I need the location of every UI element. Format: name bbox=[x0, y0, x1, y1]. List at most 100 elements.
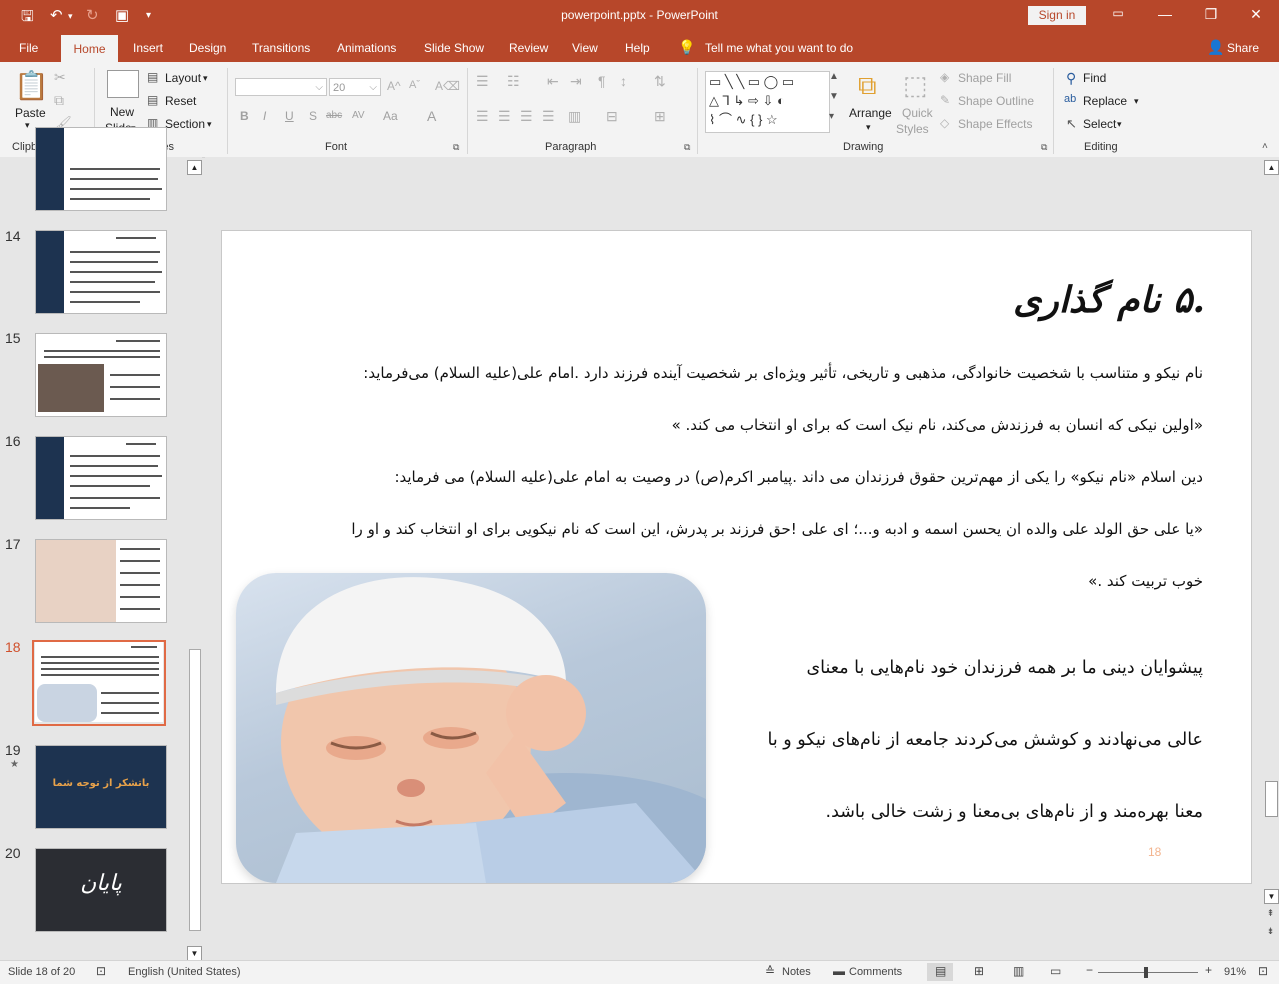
select-button[interactable]: Select bbox=[1083, 117, 1116, 131]
normal-view-icon[interactable]: ▤ bbox=[935, 964, 946, 978]
cut-icon[interactable]: ✂ bbox=[54, 69, 66, 86]
layout-dropdown-icon[interactable]: ▾ bbox=[203, 73, 208, 84]
slide-paragraph[interactable]: نام نیکو و متناسب با شخصیت خانوادگی، مذه… bbox=[363, 364, 1203, 382]
zoom-out-icon[interactable]: − bbox=[1086, 963, 1093, 977]
reset-button[interactable]: Reset bbox=[165, 94, 196, 108]
columns-icon[interactable]: ▥ bbox=[568, 108, 581, 125]
share-person-icon[interactable]: 👤 bbox=[1207, 39, 1224, 56]
close-icon[interactable]: ✕ bbox=[1241, 6, 1271, 23]
slide-thumbnail[interactable] bbox=[35, 436, 167, 520]
section-button[interactable]: Section bbox=[165, 117, 205, 131]
quick-styles-icon[interactable]: ⬚ bbox=[903, 70, 928, 101]
slide-paragraph[interactable]: «اولین نیکی که انسان به فرزندش می‌کند، ن… bbox=[672, 416, 1203, 434]
slide-paragraph[interactable]: خوب تربیت کند .» bbox=[1088, 572, 1203, 590]
change-case-button[interactable]: Aa bbox=[383, 109, 398, 123]
slide-thumbnail[interactable] bbox=[35, 539, 167, 623]
slideshow-view-icon[interactable]: ▭ bbox=[1050, 964, 1061, 978]
scroll-thumb[interactable] bbox=[1265, 781, 1278, 817]
arrange-button[interactable]: Arrange bbox=[849, 106, 892, 120]
copy-icon[interactable]: ⧉ bbox=[54, 92, 64, 109]
scroll-up-arrow-icon[interactable]: ▲ bbox=[1264, 160, 1279, 175]
decrease-indent-icon[interactable]: ⇤ bbox=[547, 73, 559, 90]
text-direction-icon[interactable]: ⇅ bbox=[654, 73, 666, 90]
tell-me-search[interactable]: Tell me what you want to do bbox=[705, 41, 853, 55]
notes-button[interactable]: Notes bbox=[782, 966, 811, 978]
slide-paragraph[interactable]: پیشوایان دینی ما بر همه فرزندان خود نام‌… bbox=[806, 658, 1203, 678]
arrange-dropdown-icon[interactable]: ▾ bbox=[866, 122, 871, 133]
slide-thumbnails-pane[interactable]: 14 15 16 17 18 19 ★ باتشکر از توجه شما 2… bbox=[0, 127, 202, 960]
next-slide-icon[interactable]: ⇟ bbox=[1264, 925, 1277, 938]
shape-outline-button[interactable]: Shape Outline bbox=[958, 94, 1034, 108]
align-center-icon[interactable]: ☰ bbox=[498, 108, 511, 125]
language-indicator[interactable]: English (United States) bbox=[128, 966, 241, 978]
clear-formatting-icon[interactable]: A⌫ bbox=[435, 79, 460, 93]
slide-thumbnail[interactable] bbox=[35, 230, 167, 314]
decrease-font-size-icon[interactable]: Aˇ bbox=[409, 79, 420, 91]
slide-thumbnail[interactable]: پایان bbox=[35, 848, 167, 932]
slide-thumbnail[interactable] bbox=[35, 333, 167, 417]
sign-in-button[interactable]: Sign in bbox=[1028, 6, 1086, 25]
shapes-gallery[interactable]: ▭ ╲ ╲ ▭ ◯ ▭ △ ⅂ ↳ ⇨ ⇩ ◐ ⌇ ⌒ ∿ { } ☆ bbox=[705, 71, 830, 133]
tab-review[interactable]: Review bbox=[509, 41, 548, 55]
paste-icon[interactable]: 📋 bbox=[14, 69, 49, 102]
find-button[interactable]: Find bbox=[1083, 71, 1106, 85]
font-color-button[interactable]: A bbox=[427, 108, 436, 124]
replace-dropdown-icon[interactable]: ▾ bbox=[1134, 96, 1139, 107]
replace-button[interactable]: Replace bbox=[1083, 94, 1127, 108]
fit-to-window-icon[interactable]: ⊡ bbox=[1258, 964, 1268, 978]
font-launcher-icon[interactable]: ⧉ bbox=[453, 142, 459, 153]
ribbon-display-options-icon[interactable]: ▭ bbox=[1103, 6, 1133, 20]
slide-paragraph[interactable]: «یا علی حق الولد علی والده ان یحسن اسمه … bbox=[351, 520, 1203, 538]
tab-animations[interactable]: Animations bbox=[337, 41, 396, 55]
layout-button[interactable]: Layout bbox=[165, 71, 201, 85]
slide-canvas[interactable]: .۵ نام گذاری نام نیکو و متناسب با شخصیت … bbox=[221, 230, 1252, 884]
font-name-combo[interactable]: ⌵ bbox=[235, 78, 327, 96]
drawing-launcher-icon[interactable]: ⧉ bbox=[1041, 142, 1047, 153]
strikethrough-button[interactable]: abc bbox=[326, 110, 342, 121]
increase-indent-icon[interactable]: ⇥ bbox=[570, 73, 582, 90]
font-size-combo[interactable]: 20 ⌵ bbox=[329, 78, 381, 96]
paragraph-launcher-icon[interactable]: ⧉ bbox=[684, 142, 690, 153]
collapse-ribbon-icon[interactable]: ˄ bbox=[1262, 141, 1268, 152]
slide-paragraph[interactable]: معنا بهره‌مند و از نام‌های بی‌معنا و زشت… bbox=[826, 802, 1203, 822]
slide-paragraph[interactable]: دین اسلام «نام نیکو» را یکی از مهم‌ترین … bbox=[394, 468, 1203, 486]
zoom-slider-thumb[interactable] bbox=[1144, 967, 1148, 978]
character-spacing-button[interactable]: AV bbox=[352, 110, 365, 121]
shape-effects-button[interactable]: Shape Effects bbox=[958, 117, 1033, 131]
slide-thumbnail-current[interactable] bbox=[35, 642, 163, 722]
section-dropdown-icon[interactable]: ▾ bbox=[207, 119, 212, 130]
tab-slide-show[interactable]: Slide Show bbox=[424, 41, 484, 55]
paste-button[interactable]: Paste bbox=[15, 106, 46, 120]
minimize-icon[interactable]: — bbox=[1150, 6, 1180, 22]
quick-styles-button[interactable]: Quick bbox=[902, 106, 933, 120]
reading-view-icon[interactable]: ▥ bbox=[1013, 964, 1024, 978]
shapes-scroll-down-icon[interactable]: ▼ bbox=[829, 91, 839, 102]
quick-styles-button-line2[interactable]: Styles bbox=[896, 122, 929, 136]
smartart-icon[interactable]: ⊞ bbox=[654, 108, 666, 125]
zoom-slider-track[interactable] bbox=[1098, 972, 1198, 973]
bullets-icon[interactable]: ☰ bbox=[476, 73, 489, 90]
comments-button[interactable]: Comments bbox=[849, 966, 902, 978]
select-dropdown-icon[interactable]: ▾ bbox=[1117, 119, 1122, 130]
spell-check-icon[interactable]: ⊡ bbox=[96, 964, 106, 978]
zoom-level[interactable]: 91% bbox=[1224, 966, 1246, 978]
tab-insert[interactable]: Insert bbox=[133, 41, 163, 55]
restore-icon[interactable]: ❐ bbox=[1196, 6, 1226, 23]
tab-view[interactable]: View bbox=[572, 41, 598, 55]
align-text-icon[interactable]: ⊟ bbox=[606, 108, 618, 125]
align-left-icon[interactable]: ☰ bbox=[476, 108, 489, 125]
previous-slide-icon[interactable]: ⇞ bbox=[1264, 907, 1277, 920]
slide-title[interactable]: .۵ نام گذاری bbox=[1013, 279, 1205, 321]
bold-button[interactable]: B bbox=[240, 109, 249, 123]
tab-help[interactable]: Help bbox=[625, 41, 650, 55]
scroll-up-arrow-icon[interactable]: ▲ bbox=[187, 160, 202, 175]
slide-sorter-icon[interactable]: ⊞ bbox=[974, 964, 984, 978]
new-slide-button[interactable]: New bbox=[110, 105, 134, 119]
thumbnails-scrollbar[interactable]: ▲ ▼ bbox=[186, 157, 202, 961]
editor-scrollbar[interactable]: ▲ ▼ ⇞ ⇟ bbox=[1263, 157, 1279, 960]
tab-transitions[interactable]: Transitions bbox=[252, 41, 310, 55]
justify-icon[interactable]: ☰ bbox=[542, 108, 555, 125]
shapes-more-icon[interactable]: ▾ bbox=[829, 111, 834, 122]
increase-font-size-icon[interactable]: A^ bbox=[387, 79, 401, 93]
tab-file[interactable]: File bbox=[19, 41, 38, 55]
